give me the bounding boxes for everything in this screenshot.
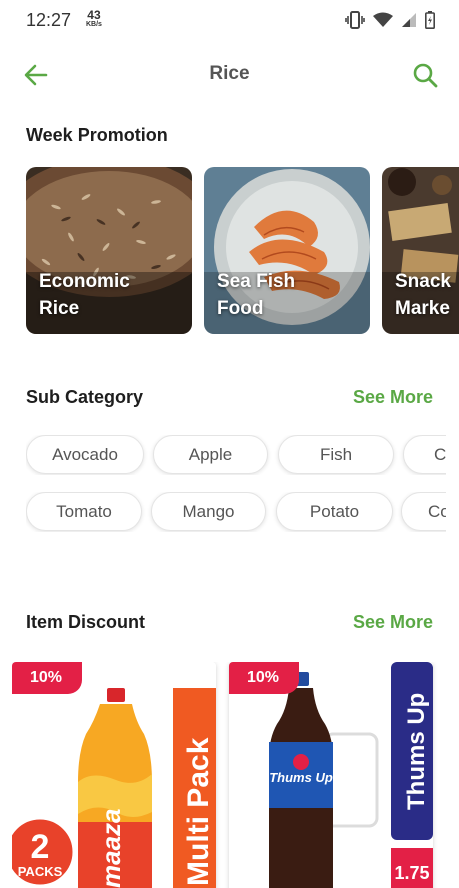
vibrate-icon [345,11,365,29]
sub-category-row-2[interactable]: Tomato Mango Potato Co [26,492,446,532]
side-banner-text: Multi Pack [182,737,215,886]
status-time: 12:27 [26,10,72,30]
category-chip[interactable]: Avocado [26,435,144,474]
category-chip[interactable]: C [403,435,446,474]
promo-card-seafood[interactable]: Sea Fish Food [204,167,370,334]
item-discount-see-more-button[interactable]: See More [353,612,433,633]
sub-category-see-more-button[interactable]: See More [353,387,433,408]
network-speed: 43 KB/s [86,9,102,30]
brand-label: maaza [96,809,126,888]
bottle-size: 1.75 [394,863,429,883]
pack-label: PACKS [18,864,63,879]
product-image-thums-up: Thums Up 1.75 Thums Up [229,662,433,888]
battery-icon [425,11,435,29]
product-card-maaza[interactable]: Multi Pack maaza 2 PACKS 10% [12,662,216,888]
pack-count: 2 [31,828,50,866]
promo-label: Snack Marke [395,271,451,319]
wifi-icon [373,12,393,27]
promo-label: Economic Rice [39,271,130,319]
promotion-carousel[interactable]: Economic Rice Sea Fish Food Snack Marke [26,167,459,334]
category-chip[interactable]: Apple [153,435,268,474]
screen: 12:27 43 KB/s Rice Week Promotion Econom… [0,0,459,888]
brand-label: Thums Up [269,770,333,785]
promo-label: Sea Fish Food [217,271,296,319]
product-image-maaza: Multi Pack maaza 2 PACKS [12,662,216,888]
sub-category-title: Sub Category [26,387,144,407]
week-promotion-title: Week Promotion [26,125,168,145]
status-icons [345,10,435,30]
search-icon[interactable] [411,61,439,89]
app-bar: Rice [0,52,459,98]
category-chip[interactable]: Potato [276,492,393,531]
item-discount-title: Item Discount [26,612,146,632]
category-chip[interactable]: Fish [278,435,394,474]
network-speed-unit: KB/s [86,21,102,28]
promo-card-rice[interactable]: Economic Rice [26,167,192,334]
page-title: Rice [209,63,250,84]
category-chip[interactable]: Tomato [26,492,142,531]
discount-badge: 10% [12,662,82,694]
discount-badge: 10% [229,662,299,694]
category-chip[interactable]: Co [401,492,446,531]
discount-product-carousel[interactable]: Multi Pack maaza 2 PACKS 10% Thums Up 1.… [12,662,459,888]
sub-category-row-1[interactable]: Avocado Apple Fish C [26,435,446,475]
product-card-thums-up[interactable]: Thums Up 1.75 Thums Up 10% [229,662,433,888]
signal-icon [402,13,416,27]
promo-card-snack[interactable]: Snack Marke [382,167,459,334]
category-chip[interactable]: Mango [151,492,266,531]
side-banner-text: Thums Up [403,693,430,810]
status-bar: 12:27 43 KB/s [0,0,459,40]
